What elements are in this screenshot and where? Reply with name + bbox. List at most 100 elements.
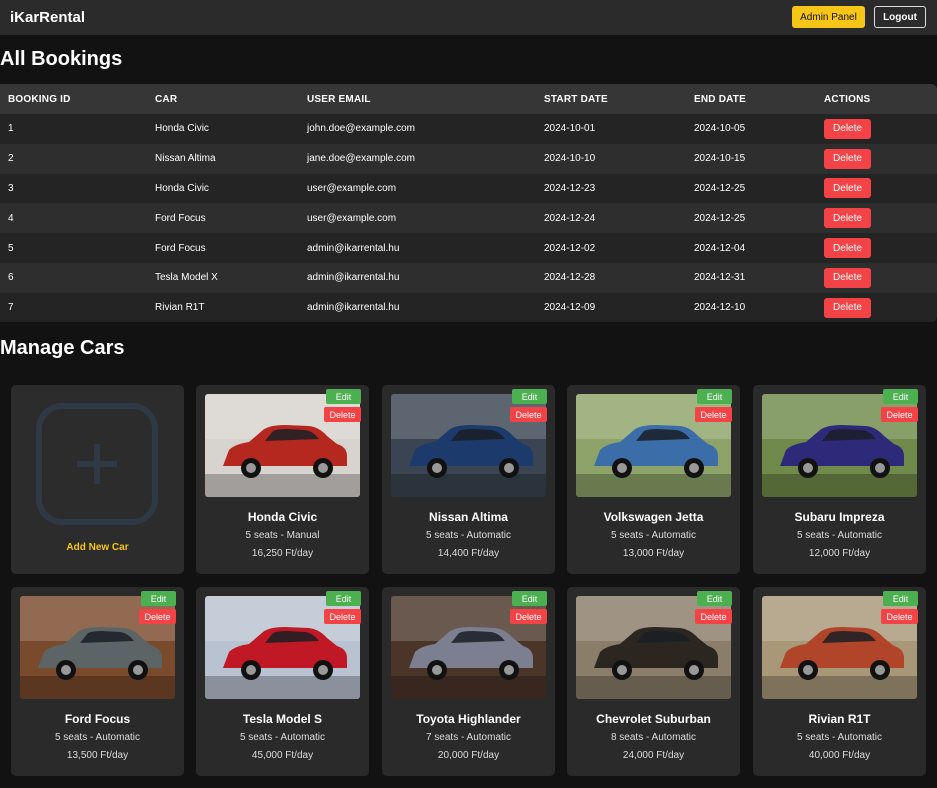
- car-name: Nissan Altima: [429, 510, 508, 524]
- edit-car-button[interactable]: Edit: [697, 591, 732, 606]
- delete-booking-button[interactable]: Delete: [824, 148, 871, 169]
- edit-car-button[interactable]: Edit: [326, 389, 361, 404]
- column-header: BOOKING ID: [8, 93, 71, 105]
- delete-car-button[interactable]: Delete: [510, 407, 547, 422]
- car-name: Volkswagen Jetta: [603, 510, 704, 524]
- user-email-cell: jane.doe@example.com: [307, 153, 415, 165]
- delete-car-button[interactable]: Delete: [510, 609, 547, 624]
- table-row: 4 Ford Focus user@example.com 2024-12-24 202…: [0, 203, 937, 234]
- column-header: END DATE: [694, 93, 746, 105]
- table-row: 3 Honda Civic user@example.com 2024-12-23 20…: [0, 173, 937, 204]
- delete-booking-button[interactable]: Delete: [824, 208, 871, 229]
- delete-car-button[interactable]: Delete: [695, 609, 732, 624]
- car-specs: 5 seats - Automatic: [610, 530, 697, 541]
- car-card: Edit Delete Ford Focus 5 seats - Automatic 1…: [11, 587, 184, 776]
- car-price: 12,000 Ft/day: [808, 548, 871, 559]
- edit-car-button[interactable]: Edit: [141, 591, 176, 606]
- edit-car-button[interactable]: Edit: [883, 591, 918, 606]
- car-specs: 5 seats - Automatic: [425, 530, 512, 541]
- start-date-cell: 2024-10-01: [544, 123, 596, 135]
- car-price: 13,500 Ft/day: [66, 750, 129, 761]
- add-new-car-card[interactable]: Add New Car: [11, 385, 184, 574]
- delete-booking-button[interactable]: Delete: [824, 118, 871, 139]
- delete-booking-button[interactable]: Delete: [824, 178, 871, 199]
- bookings-table: BOOKING ID CAR USER EMAIL START DATE END…: [0, 84, 937, 322]
- delete-booking-button[interactable]: Delete: [824, 297, 871, 318]
- car-name: Subaru Impreza: [794, 510, 885, 524]
- actions-cell: Delete: [816, 203, 937, 233]
- actions-cell: Delete: [816, 144, 937, 174]
- car-cell: Tesla Model X: [155, 272, 218, 284]
- end-date-cell: 2024-12-10: [694, 302, 746, 314]
- user-email-cell: admin@ikarrental.hu: [307, 242, 400, 254]
- brand-logo[interactable]: iKarRental: [10, 9, 85, 26]
- delete-car-button[interactable]: Delete: [881, 407, 918, 422]
- delete-booking-button[interactable]: Delete: [824, 238, 871, 259]
- booking-id-cell: 4: [8, 212, 14, 224]
- car-price: 14,400 Ft/day: [437, 548, 500, 559]
- user-email-cell: admin@ikarrental.hu: [307, 302, 400, 314]
- delete-car-button[interactable]: Delete: [324, 407, 361, 422]
- booking-id-cell: 6: [8, 272, 14, 284]
- car-card: Edit Delete Volkswagen Jetta 5 seats - Auto…: [567, 385, 740, 574]
- actions-cell: Delete: [816, 293, 937, 322]
- edit-car-button[interactable]: Edit: [883, 389, 918, 404]
- end-date-cell: 2024-12-04: [694, 242, 746, 254]
- car-card: Edit Delete Rivian R1T 5 seats - Automatic 4…: [753, 587, 926, 776]
- actions-cell: Delete: [816, 233, 937, 263]
- start-date-cell: 2024-12-02: [544, 242, 596, 254]
- car-cell: Nissan Altima: [155, 153, 216, 165]
- car-specs: 5 seats - Automatic: [54, 732, 141, 743]
- user-email-cell: admin@ikarrental.hu: [307, 272, 400, 284]
- add-new-car-label[interactable]: Add New Car: [11, 542, 184, 553]
- start-date-cell: 2024-12-23: [544, 182, 596, 194]
- delete-car-button[interactable]: Delete: [139, 609, 176, 624]
- car-name: Chevrolet Suburban: [596, 712, 711, 726]
- car-card: Edit Delete Chevrolet Suburban 8 seats - Au…: [567, 587, 740, 776]
- car-price: 45,000 Ft/day: [251, 750, 314, 761]
- booking-id-cell: 1: [8, 123, 14, 135]
- car-price: 20,000 Ft/day: [437, 750, 500, 761]
- user-email-cell: user@example.com: [307, 212, 397, 224]
- car-specs: 5 seats - Automatic: [239, 732, 326, 743]
- admin-panel-button[interactable]: Admin Panel: [792, 6, 865, 28]
- start-date-cell: 2024-10-10: [544, 153, 596, 165]
- edit-car-button[interactable]: Edit: [697, 389, 732, 404]
- logout-button[interactable]: Logout: [874, 6, 926, 28]
- booking-id-cell: 2: [8, 153, 14, 165]
- booking-id-cell: 3: [8, 182, 14, 194]
- actions-cell: Delete: [816, 114, 937, 144]
- delete-car-button[interactable]: Delete: [695, 407, 732, 422]
- car-card: Edit Delete Nissan Altima 5 seats - Automat…: [382, 385, 555, 574]
- car-card: Edit Delete Subaru Impreza 5 seats - Automa…: [753, 385, 926, 574]
- start-date-cell: 2024-12-28: [544, 272, 596, 284]
- car-card: Edit Delete Tesla Model S 5 seats - Automat…: [196, 587, 369, 776]
- edit-car-button[interactable]: Edit: [512, 591, 547, 606]
- car-price: 16,250 Ft/day: [251, 548, 314, 559]
- bookings-title: All Bookings: [0, 48, 123, 70]
- table-row: 2 Nissan Altima jane.doe@example.com 2024-1…: [0, 143, 937, 174]
- navbar: iKarRental Admin Panel Logout: [0, 0, 937, 35]
- car-cell: Ford Focus: [155, 242, 206, 254]
- delete-booking-button[interactable]: Delete: [824, 267, 871, 288]
- car-cell: Honda Civic: [155, 123, 209, 135]
- edit-car-button[interactable]: Edit: [512, 389, 547, 404]
- actions-cell: Delete: [816, 174, 937, 204]
- column-header: USER EMAIL: [307, 93, 371, 105]
- table-row: 5 Ford Focus admin@ikarrental.hu 2024-12-02…: [0, 233, 937, 263]
- end-date-cell: 2024-12-25: [694, 212, 746, 224]
- car-name: Tesla Model S: [242, 712, 323, 726]
- car-name: Ford Focus: [64, 712, 131, 726]
- edit-car-button[interactable]: Edit: [326, 591, 361, 606]
- car-price: 13,000 Ft/day: [622, 548, 685, 559]
- start-date-cell: 2024-12-09: [544, 302, 596, 314]
- car-cell: Honda Civic: [155, 182, 209, 194]
- car-price: 24,000 Ft/day: [622, 750, 685, 761]
- table-row: 1 Honda Civic john.doe@example.com 2024-10-…: [0, 114, 937, 144]
- car-cell: Ford Focus: [155, 212, 206, 224]
- car-specs: 5 seats - Manual: [245, 530, 320, 541]
- car-name: Rivian R1T: [808, 712, 871, 726]
- delete-car-button[interactable]: Delete: [881, 609, 918, 624]
- delete-car-button[interactable]: Delete: [324, 609, 361, 624]
- car-specs: 7 seats - Automatic: [425, 732, 512, 743]
